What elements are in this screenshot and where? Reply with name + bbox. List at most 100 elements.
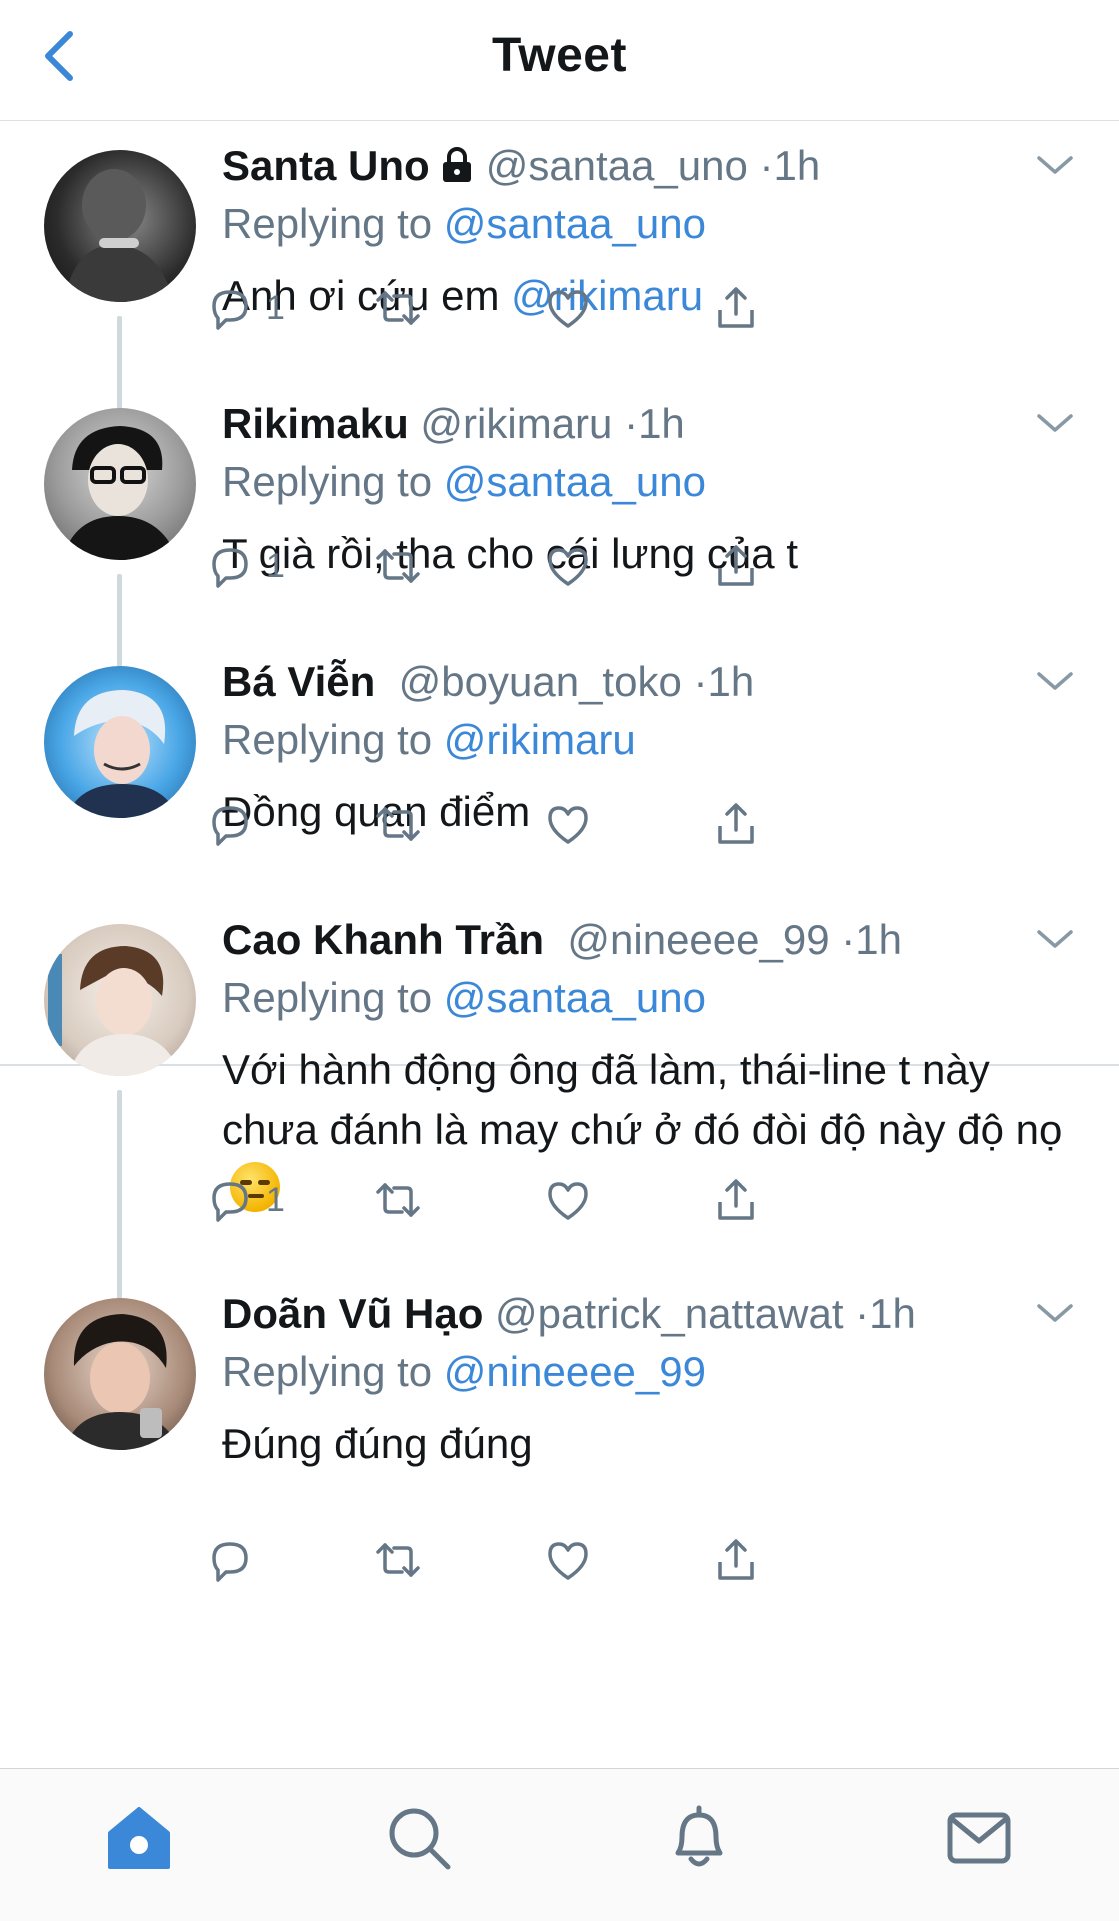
reply-button[interactable]: 1 — [204, 280, 285, 336]
avatar[interactable] — [44, 408, 196, 560]
replying-to: Replying to @nineeee_99 — [222, 1348, 706, 1396]
search-icon — [389, 1808, 451, 1870]
heart-icon — [548, 1542, 588, 1580]
user-handle[interactable]: @boyuan_toko — [399, 658, 682, 705]
retweet-button[interactable] — [372, 796, 424, 852]
reply-thread: Santa Uno @santaa_uno ·1h Replying to @sa… — [0, 120, 1119, 1768]
tab-messages[interactable] — [944, 1803, 1014, 1873]
share-button[interactable] — [710, 796, 762, 852]
retweet-icon — [376, 291, 420, 325]
timestamp: 1h — [707, 658, 755, 705]
reply-button[interactable] — [204, 1532, 266, 1588]
action-bar: 1 — [212, 280, 922, 340]
separator-dot: · — [624, 400, 639, 447]
display-name[interactable]: Rikimaku — [222, 400, 409, 447]
separator-dot: · — [855, 1290, 870, 1337]
chevron-down-icon[interactable] — [1035, 410, 1075, 436]
replying-to: Replying to @santaa_uno — [222, 458, 706, 506]
action-bar — [212, 796, 922, 856]
avatar-photo — [64, 169, 174, 302]
reply-button[interactable]: 1 — [204, 538, 285, 594]
chevron-down-icon[interactable] — [1035, 152, 1075, 178]
bottom-tab-bar — [0, 1768, 1119, 1921]
like-button[interactable] — [542, 796, 594, 852]
separator-dot: · — [693, 658, 708, 705]
chevron-down-icon[interactable] — [1035, 668, 1075, 694]
avatar[interactable] — [44, 924, 196, 1076]
chevron-down-icon[interactable] — [1035, 1300, 1075, 1326]
heart-icon — [548, 806, 588, 844]
like-button[interactable] — [542, 1172, 594, 1228]
retweet-button[interactable] — [372, 1532, 424, 1588]
tweet-item[interactable]: Cao Khanh Trần @nineeee_99 ·1h Replying … — [0, 894, 1119, 1342]
avatar[interactable] — [44, 1298, 196, 1450]
retweet-button[interactable] — [372, 1172, 424, 1228]
reply-mention-link[interactable]: @nineeee_99 — [444, 1348, 706, 1395]
tab-home[interactable] — [104, 1803, 174, 1873]
avatar[interactable] — [44, 150, 196, 302]
timestamp: 1h — [773, 142, 821, 189]
reply-mention-link[interactable]: @rikimaru — [444, 716, 636, 763]
separator-dot: · — [841, 916, 856, 963]
share-button[interactable] — [710, 280, 762, 336]
top-nav-bar: Tweet — [0, 0, 1119, 121]
share-button[interactable] — [710, 1172, 762, 1228]
tweet-item[interactable]: Doãn Vũ Hạo @patrick_nattawat ·1h Replyi… — [0, 1268, 1119, 1768]
reply-button[interactable]: 1 — [204, 1172, 285, 1228]
display-name[interactable]: Cao Khanh Trần — [222, 916, 544, 963]
reply-mention-link[interactable]: @santaa_uno — [444, 200, 706, 247]
timestamp: 1h — [869, 1290, 916, 1337]
tweet-header: Doãn Vũ Hạo @patrick_nattawat ·1h — [222, 1290, 916, 1338]
reply-icon — [212, 806, 248, 846]
share-button[interactable] — [710, 538, 762, 594]
action-bar: 1 — [212, 538, 922, 598]
reply-mention-link[interactable]: @santaa_uno — [444, 458, 706, 505]
replying-to: Replying to @santaa_uno — [222, 974, 706, 1022]
reply-count: 1 — [266, 546, 285, 585]
reply-mention-link[interactable]: @santaa_uno — [444, 974, 706, 1021]
reply-icon — [212, 1542, 248, 1582]
retweet-icon — [376, 1543, 420, 1577]
replying-prefix: Replying to — [222, 1348, 433, 1395]
avatar-photo — [62, 426, 178, 560]
reply-icon — [212, 548, 248, 588]
reply-count: 1 — [266, 1180, 285, 1219]
replying-prefix: Replying to — [222, 716, 433, 763]
chevron-down-icon[interactable] — [1035, 926, 1075, 952]
tweet-header: Bá Viễn @boyuan_toko ·1h — [222, 658, 754, 706]
like-button[interactable] — [542, 280, 594, 336]
avatar[interactable] — [44, 666, 196, 818]
like-button[interactable] — [542, 1532, 594, 1588]
user-handle[interactable]: @rikimaru — [420, 400, 612, 447]
retweet-button[interactable] — [372, 538, 424, 594]
user-handle[interactable]: @santaa_uno — [486, 142, 748, 189]
replying-prefix: Replying to — [222, 458, 433, 505]
avatar-photo — [66, 690, 178, 818]
share-icon — [718, 545, 754, 586]
user-handle[interactable]: @nineeee_99 — [567, 916, 829, 963]
retweet-icon — [376, 1183, 420, 1217]
tab-notifications[interactable] — [664, 1803, 734, 1873]
reply-button[interactable] — [204, 796, 266, 852]
display-name[interactable]: Doãn Vũ Hạo — [222, 1290, 483, 1337]
tweet-body: Với hành động ông đã làm, thái-line t nà… — [222, 1046, 1063, 1153]
separator-dot: · — [759, 142, 774, 189]
tweet-body: Đúng đúng đúng — [222, 1420, 533, 1467]
heart-icon — [548, 548, 588, 586]
like-button[interactable] — [542, 538, 594, 594]
tab-search[interactable] — [384, 1803, 454, 1873]
user-handle[interactable]: @patrick_nattawat — [495, 1290, 843, 1337]
action-bar: 1 — [212, 1172, 922, 1232]
page-title: Tweet — [492, 29, 627, 82]
display-name[interactable]: Bá Viễn — [222, 658, 375, 705]
messages-icon — [947, 1812, 1011, 1864]
home-icon — [108, 1807, 170, 1869]
replying-prefix: Replying to — [222, 974, 433, 1021]
tweet-header: Cao Khanh Trần @nineeee_99 ·1h — [222, 916, 902, 964]
display-name[interactable]: Santa Uno — [222, 142, 430, 189]
share-icon — [718, 287, 754, 328]
retweet-button[interactable] — [372, 280, 424, 336]
share-button[interactable] — [710, 1532, 762, 1588]
reply-icon — [212, 290, 248, 330]
avatar-photo — [48, 946, 180, 1076]
